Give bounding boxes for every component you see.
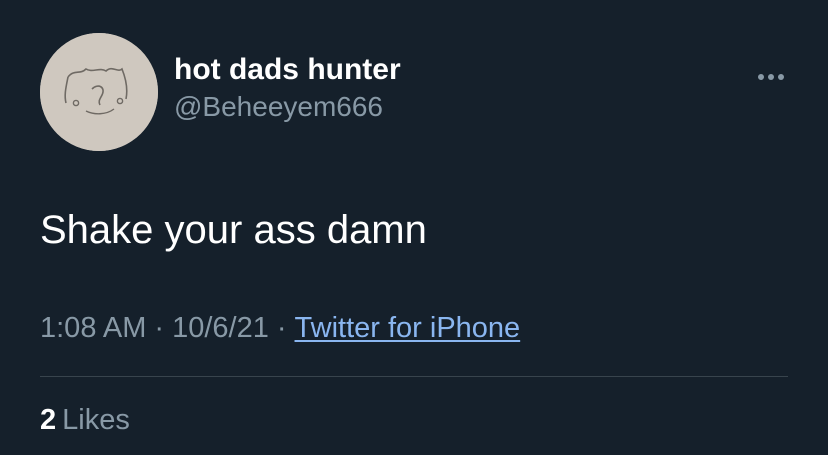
tweet-metadata: 1:08 AM · 10/6/21 · Twitter for iPhone (40, 309, 520, 347)
avatar[interactable] (40, 33, 158, 151)
tweet-source-link[interactable]: Twitter for iPhone (295, 312, 521, 344)
tweet-text: Shake your ass damn (40, 208, 427, 252)
meta-separator-2: · (276, 312, 287, 344)
doodle-face-avatar-icon (40, 33, 158, 151)
more-options-button[interactable] (754, 67, 788, 87)
divider (40, 376, 788, 377)
tweet-header: hot dads hunter @Beheeyem666 (40, 33, 788, 153)
likes-label: Likes (62, 404, 130, 436)
more-horizontal-icon (758, 74, 784, 80)
meta-separator: · (154, 312, 165, 344)
author-names: hot dads hunter @Beheeyem666 (174, 51, 401, 125)
tweet-detail: hot dads hunter @Beheeyem666 Shake your … (0, 0, 828, 455)
likes-stat[interactable]: 2 Likes (40, 401, 130, 439)
user-handle[interactable]: @Beheeyem666 (174, 89, 401, 125)
tweet-date[interactable]: 10/6/21 (172, 312, 269, 344)
likes-count: 2 (40, 404, 57, 436)
display-name[interactable]: hot dads hunter (174, 51, 401, 89)
tweet-time[interactable]: 1:08 AM (40, 312, 146, 344)
